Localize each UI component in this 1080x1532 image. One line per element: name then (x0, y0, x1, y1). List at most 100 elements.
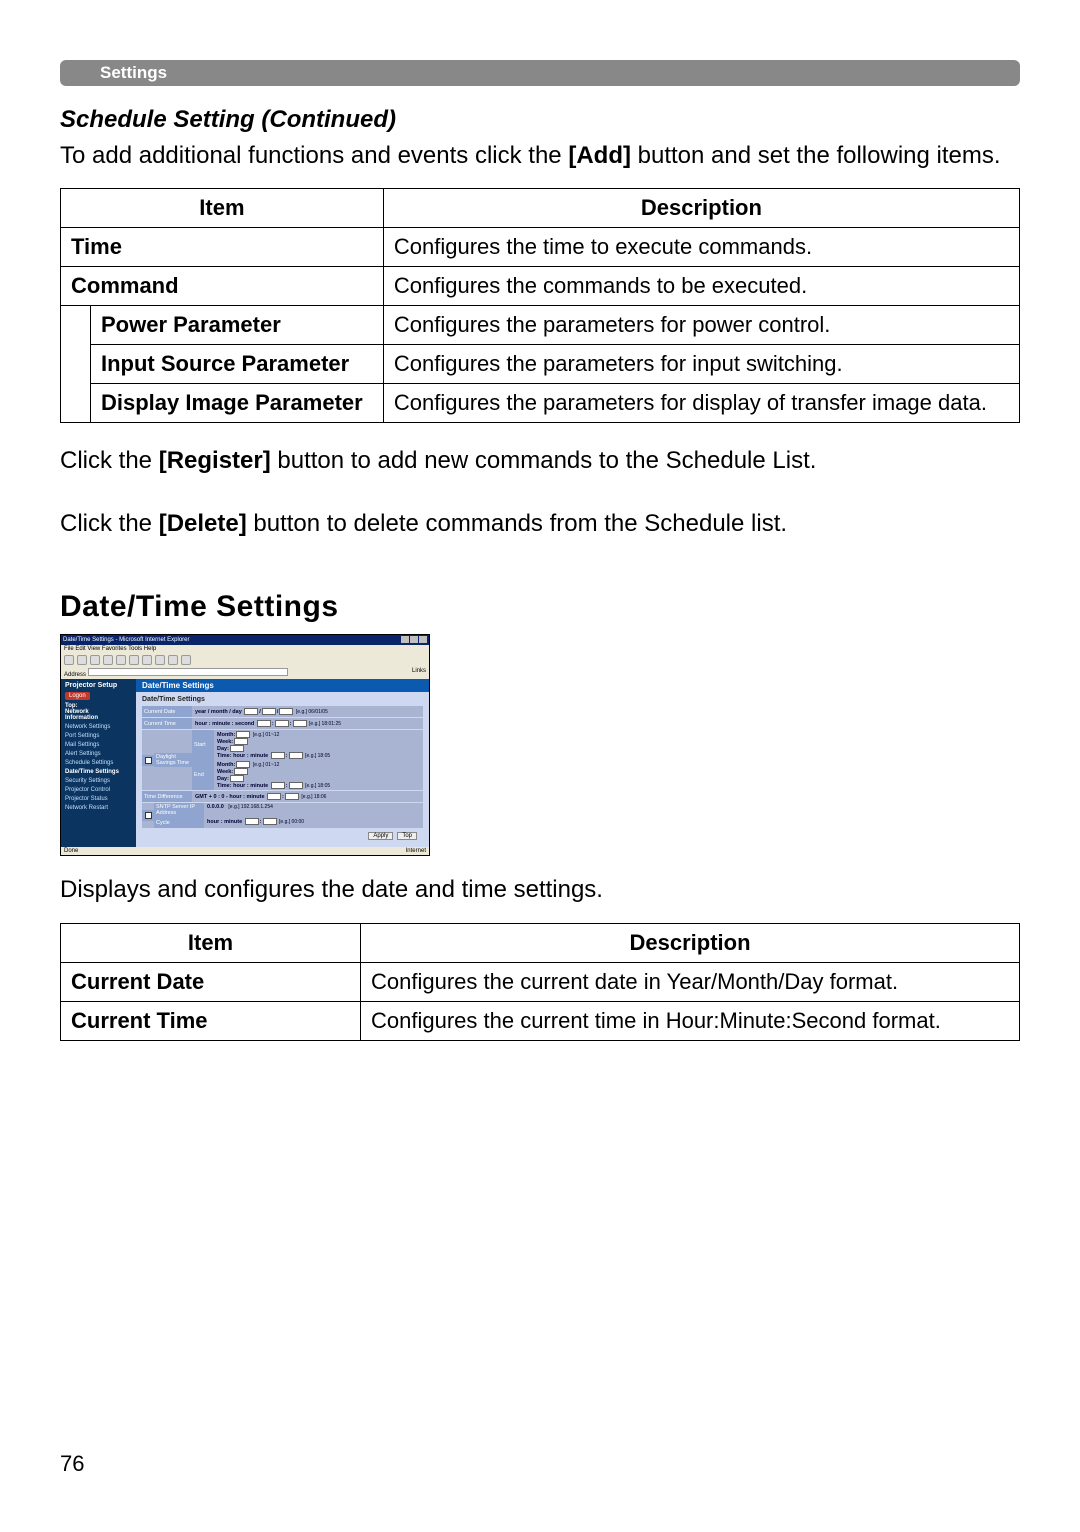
sidebar-item-mail-settings[interactable]: Mail Settings (65, 742, 132, 748)
th-desc2: Description (361, 923, 1020, 962)
table-row: Current Date Configures the current date… (61, 962, 1020, 1001)
datetime-intro: Displays and configures the date and tim… (60, 874, 1020, 906)
sidebar-item-schedule-settings[interactable]: Schedule Settings (65, 760, 132, 766)
sntp-ip[interactable]: 0.0.0.0 (207, 804, 224, 810)
label-current-time: Current Time (142, 718, 192, 729)
eg-cycle: [e.g.] 00:00 (279, 819, 304, 825)
register-bold: [Register] (159, 447, 271, 474)
status-internet: Internet (406, 848, 426, 854)
datetime-heading: Date/Time Settings (60, 590, 1020, 624)
row-sntp: SNTP Server IP Address 0.0.0.0 [e.g.] 19… (142, 803, 423, 828)
desc-display-image: Configures the parameters for display of… (383, 384, 1019, 423)
row-daylight: Daylight Savings Time Start Month: [e.g.… (142, 730, 423, 790)
start-day-select[interactable] (230, 745, 244, 752)
mock-menubar[interactable]: File Edit View Favorites Tools Help (61, 645, 429, 653)
sidebar-item-datetime-settings[interactable]: Date/Time Settings (65, 769, 132, 775)
cycle-hour-input[interactable] (245, 818, 259, 825)
text-current-time: hour : minute : second (195, 721, 254, 727)
day-input[interactable] (279, 708, 293, 715)
start-month-input[interactable] (236, 731, 250, 738)
apply-button[interactable]: Apply (368, 832, 393, 840)
desc-time: Configures the time to execute commands. (383, 228, 1019, 267)
minute-input[interactable] (275, 720, 289, 727)
gmt-min-input[interactable] (285, 793, 299, 800)
stop-icon[interactable] (90, 655, 100, 665)
sntp-on-cell (142, 810, 154, 821)
item-display-image: Display Image Parameter (91, 384, 384, 423)
eg-end-time: [e.g.] 18:05 (305, 783, 330, 789)
year-input[interactable] (244, 708, 258, 715)
eg-start-time: [e.g.] 18:05 (305, 753, 330, 759)
register-text: Click the [Register] button to add new c… (60, 445, 1020, 477)
sidebar-item-port-settings[interactable]: Port Settings (65, 733, 132, 739)
hour-input[interactable] (257, 720, 271, 727)
table-row: Time Configures the time to execute comm… (61, 228, 1020, 267)
th-desc: Description (383, 189, 1019, 228)
sntp-checkbox[interactable] (145, 812, 152, 819)
mock-toolbar (61, 653, 429, 667)
back-icon[interactable] (64, 655, 74, 665)
start-week-select[interactable] (234, 738, 248, 745)
eg-end-month: [e.g.] 01~12 (253, 762, 280, 768)
indent-cell (61, 306, 91, 423)
minimize-icon[interactable] (401, 636, 409, 643)
sidebar-item-alert-settings[interactable]: Alert Settings (65, 751, 132, 757)
cycle-min-input[interactable] (263, 818, 277, 825)
datetime-screenshot: Date/Time Settings - Microsoft Internet … (60, 634, 430, 856)
logon-button[interactable]: Logon (65, 692, 90, 700)
daylight-checkbox[interactable] (145, 757, 152, 764)
daylight-on-cell (142, 755, 154, 766)
mock-sidebar: Projector Setup Logon Top: Network Infor… (61, 679, 136, 847)
item-current-date: Current Date (61, 962, 361, 1001)
sidebar-item-projector-control[interactable]: Projector Control (65, 787, 132, 793)
start-min-input[interactable] (289, 752, 303, 759)
mock-buttons: Apply Top (142, 829, 423, 843)
sidebar-item-network-restart[interactable]: Network Restart (65, 805, 132, 811)
history-icon[interactable] (155, 655, 165, 665)
start-time-label: Time: hour : minute (217, 753, 268, 759)
eg-time-diff: [e.g.] 18:06 (301, 794, 326, 800)
sidebar-item-projector-status[interactable]: Projector Status (65, 796, 132, 802)
second-input[interactable] (293, 720, 307, 727)
mock-main: Date/Time Settings Date/Time Settings Cu… (136, 679, 429, 847)
favorites-icon[interactable] (142, 655, 152, 665)
table-row: Current Time Configures the current time… (61, 1001, 1020, 1040)
maximize-icon[interactable] (410, 636, 418, 643)
mail-icon[interactable] (168, 655, 178, 665)
address-input[interactable] (88, 668, 288, 676)
end-month-input[interactable] (236, 761, 250, 768)
refresh-icon[interactable] (103, 655, 113, 665)
row-time-diff: Time Difference GMT + 0 : 0 - hour : min… (142, 791, 423, 802)
sidebar-top-group[interactable]: Top: Network Information (65, 703, 132, 721)
register-pre: Click the (60, 447, 159, 474)
table-header-row: Item Description (61, 923, 1020, 962)
end-week-select[interactable] (234, 768, 248, 775)
header-bar: Settings (60, 60, 1020, 86)
top-button[interactable]: Top (397, 832, 417, 840)
eg-start-month: [e.g.] 01~12 (253, 732, 280, 738)
start-hour-input[interactable] (271, 752, 285, 759)
table-subrow: Display Image Parameter Configures the p… (61, 384, 1020, 423)
table-header-row: Item Description (61, 189, 1020, 228)
search-icon[interactable] (129, 655, 139, 665)
forward-icon[interactable] (77, 655, 87, 665)
sidebar-item-network-settings[interactable]: Network Settings (65, 724, 132, 730)
end-hour-input[interactable] (271, 782, 285, 789)
row-current-time: Current Time hour : minute : second :: [… (142, 718, 423, 729)
mock-titlebar: Date/Time Settings - Microsoft Internet … (61, 635, 429, 645)
month-input[interactable] (262, 708, 276, 715)
close-icon[interactable] (419, 636, 427, 643)
end-min-input[interactable] (289, 782, 303, 789)
register-post: button to add new commands to the Schedu… (271, 447, 817, 474)
sidebar-item-security-settings[interactable]: Security Settings (65, 778, 132, 784)
start-body: Month: [e.g.] 01~12 Week: Day: Time: hou… (214, 730, 423, 760)
links-label[interactable]: Links (412, 668, 426, 678)
home-icon[interactable] (116, 655, 126, 665)
th-item2: Item (61, 923, 361, 962)
end-time-label: Time: hour : minute (217, 783, 268, 789)
label-start: Start (192, 730, 214, 760)
end-day-select[interactable] (230, 775, 244, 782)
delete-pre: Click the (60, 510, 159, 537)
gmt-hour-input[interactable] (267, 793, 281, 800)
print-icon[interactable] (181, 655, 191, 665)
